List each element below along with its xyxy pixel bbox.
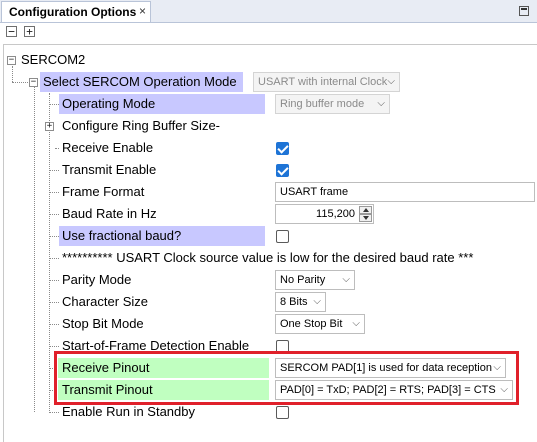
tree-line: [49, 93, 50, 413]
annotation-highlight-box: [54, 351, 519, 405]
tree-line: [49, 412, 59, 413]
stop-bit-mode-combo[interactable]: One Stop Bit ⌵: [275, 314, 365, 334]
stop-bit-mode-label[interactable]: Stop Bit Mode: [62, 314, 144, 334]
tab-bar: Configuration Options ×: [0, 0, 537, 23]
tree-line: [49, 214, 59, 215]
frame-format-field[interactable]: USART frame: [275, 182, 535, 202]
spin-down-icon[interactable]: [359, 214, 372, 222]
fractional-baud-label[interactable]: Use fractional baud?: [59, 226, 265, 246]
tree-line: [49, 236, 59, 237]
parity-mode-label[interactable]: Parity Mode: [62, 270, 131, 290]
chevron-down-icon: ⌵: [342, 274, 350, 285]
parity-mode-value: No Parity: [280, 274, 326, 286]
spin-up-icon[interactable]: [359, 206, 372, 214]
transmit-enable-label[interactable]: Transmit Enable: [62, 160, 156, 180]
tree-line: [49, 170, 59, 171]
operating-mode-value: Ring buffer mode: [280, 98, 365, 110]
run-standby-checkbox[interactable]: [276, 406, 289, 419]
chevron-down-icon: ⌵: [313, 296, 321, 307]
expand-all-icon[interactable]: +: [24, 26, 35, 37]
expand-icon[interactable]: +: [45, 122, 54, 131]
minimize-icon[interactable]: [519, 6, 529, 16]
tree-line: [49, 104, 59, 105]
collapse-icon[interactable]: −: [29, 78, 38, 87]
fractional-baud-checkbox[interactable]: [276, 230, 289, 243]
parity-mode-combo[interactable]: No Parity ⌵: [275, 270, 355, 290]
tree-line: [49, 280, 59, 281]
clock-warning-comment: ********** USART Clock source value is l…: [62, 250, 474, 265]
operating-mode-combo[interactable]: Ring buffer mode ⌵: [275, 94, 390, 114]
tree-line: [12, 82, 28, 83]
character-size-value: 8 Bits: [280, 296, 308, 308]
transmit-enable-checkbox[interactable]: [276, 164, 289, 177]
chevron-down-icon: ⌵: [387, 76, 395, 87]
tab-title: Configuration Options: [9, 5, 137, 19]
tree-line: [49, 258, 59, 259]
select-mode-combo[interactable]: USART with internal Clock ⌵: [253, 72, 400, 92]
chevron-down-icon: ⌵: [377, 98, 385, 109]
character-size-combo[interactable]: 8 Bits ⌵: [275, 292, 326, 312]
tree-node-sercom2[interactable]: SERCOM2: [21, 50, 85, 70]
receive-enable-checkbox[interactable]: [276, 142, 289, 155]
collapse-icon[interactable]: −: [7, 56, 16, 65]
tree-line: [49, 192, 59, 193]
chevron-down-icon: ⌵: [352, 318, 360, 329]
toolbar: − +: [0, 23, 537, 43]
character-size-label[interactable]: Character Size: [62, 292, 148, 312]
select-mode-value: USART with internal Clock: [258, 76, 388, 88]
tree-line: [34, 86, 35, 412]
collapse-all-icon[interactable]: −: [6, 26, 17, 37]
tree-line: [49, 302, 59, 303]
tree-line: [49, 346, 59, 347]
tree-line: [12, 66, 13, 82]
run-standby-label[interactable]: Enable Run in Standby: [62, 402, 195, 422]
close-icon[interactable]: ×: [139, 4, 146, 18]
receive-enable-label[interactable]: Receive Enable: [62, 138, 153, 158]
tree-line: [55, 148, 59, 149]
operating-mode-label[interactable]: Operating Mode: [59, 94, 265, 114]
stop-bit-mode-value: One Stop Bit: [280, 318, 343, 330]
select-mode-label[interactable]: Select SERCOM Operation Mode: [40, 72, 243, 92]
tab-configuration-options[interactable]: Configuration Options ×: [1, 1, 151, 22]
baud-rate-label[interactable]: Baud Rate in Hz: [62, 204, 157, 224]
frame-format-label[interactable]: Frame Format: [62, 182, 144, 202]
tree-line: [49, 324, 59, 325]
baud-rate-value: 115,200: [316, 208, 355, 220]
baud-rate-spinner[interactable]: 115,200: [275, 204, 374, 224]
ring-buffer-label[interactable]: Configure Ring Buffer Size-: [62, 116, 220, 136]
